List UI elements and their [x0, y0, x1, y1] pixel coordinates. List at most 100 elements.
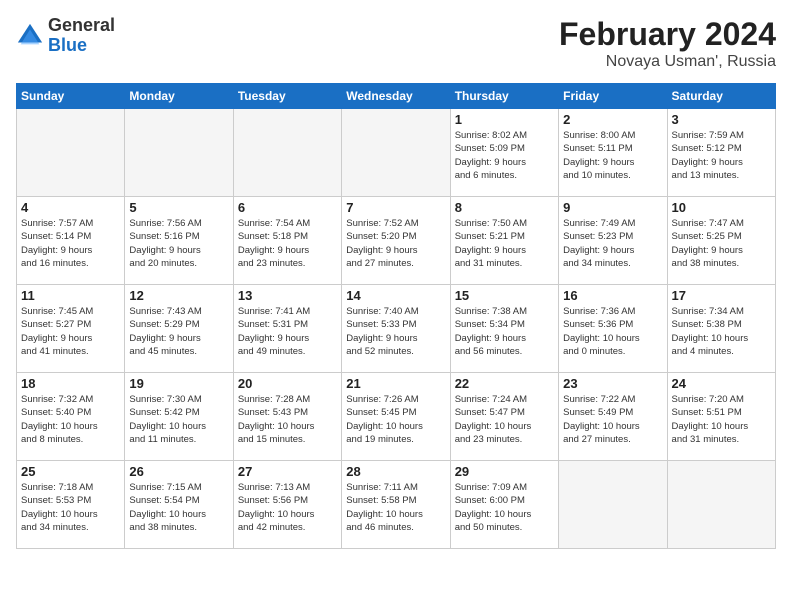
day-info: Sunrise: 7:45 AM Sunset: 5:27 PM Dayligh… — [21, 305, 120, 358]
weekday-header-tuesday: Tuesday — [233, 84, 341, 109]
day-info: Sunrise: 7:11 AM Sunset: 5:58 PM Dayligh… — [346, 481, 445, 534]
day-info: Sunrise: 8:00 AM Sunset: 5:11 PM Dayligh… — [563, 129, 662, 182]
day-number: 15 — [455, 288, 554, 303]
day-info: Sunrise: 7:56 AM Sunset: 5:16 PM Dayligh… — [129, 217, 228, 270]
day-info: Sunrise: 7:52 AM Sunset: 5:20 PM Dayligh… — [346, 217, 445, 270]
calendar-cell: 14Sunrise: 7:40 AM Sunset: 5:33 PM Dayli… — [342, 285, 450, 373]
week-row-2: 4 Sunrise: 7:57 AM Sunset: 5:14 PM Daylig… — [17, 197, 776, 285]
calendar-cell: 16 Sunrise: 7:36 AM Sunset: 5:36 PM Dayli… — [559, 285, 667, 373]
calendar-cell: 2 Sunrise: 8:00 AM Sunset: 5:11 PM Daylig… — [559, 109, 667, 197]
calendar-cell — [17, 109, 125, 197]
day-number: 14 — [346, 288, 445, 303]
week-row-1: 1 Sunrise: 8:02 AM Sunset: 5:09 PM Daylig… — [17, 109, 776, 197]
day-number: 12 — [129, 288, 228, 303]
week-row-3: 11 Sunrise: 7:45 AM Sunset: 5:27 PM Dayli… — [17, 285, 776, 373]
weekday-header-row: SundayMondayTuesdayWednesdayThursdayFrid… — [17, 84, 776, 109]
calendar-cell: 9 Sunrise: 7:49 AM Sunset: 5:23 PM Daylig… — [559, 197, 667, 285]
day-number: 19 — [129, 376, 228, 391]
calendar-cell: 6Sunrise: 7:54 AM Sunset: 5:18 PM Daylig… — [233, 197, 341, 285]
day-number: 7 — [346, 200, 445, 215]
day-info: Sunrise: 7:50 AM Sunset: 5:21 PM Dayligh… — [455, 217, 554, 270]
weekday-header-thursday: Thursday — [450, 84, 558, 109]
day-number: 25 — [21, 464, 120, 479]
day-info: Sunrise: 7:28 AM Sunset: 5:43 PM Dayligh… — [238, 393, 337, 446]
day-number: 9 — [563, 200, 662, 215]
calendar-cell: 26 Sunrise: 7:15 AM Sunset: 5:54 PM Dayli… — [125, 461, 233, 549]
day-number: 22 — [455, 376, 554, 391]
calendar-cell — [125, 109, 233, 197]
calendar-cell: 22 Sunrise: 7:24 AM Sunset: 5:47 PM Dayli… — [450, 373, 558, 461]
calendar-cell — [667, 461, 775, 549]
week-row-4: 18Sunrise: 7:32 AM Sunset: 5:40 PM Dayli… — [17, 373, 776, 461]
day-info: Sunrise: 7:38 AM Sunset: 5:34 PM Dayligh… — [455, 305, 554, 358]
day-info: Sunrise: 7:32 AM Sunset: 5:40 PM Dayligh… — [21, 393, 120, 446]
day-number: 5 — [129, 200, 228, 215]
day-number: 29 — [455, 464, 554, 479]
calendar-cell: 29Sunrise: 7:09 AM Sunset: 6:00 PM Dayli… — [450, 461, 558, 549]
day-info: Sunrise: 7:24 AM Sunset: 5:47 PM Dayligh… — [455, 393, 554, 446]
calendar-cell: 20 Sunrise: 7:28 AM Sunset: 5:43 PM Dayli… — [233, 373, 341, 461]
day-info: Sunrise: 7:57 AM Sunset: 5:14 PM Dayligh… — [21, 217, 120, 270]
day-number: 27 — [238, 464, 337, 479]
day-info: Sunrise: 7:59 AM Sunset: 5:12 PM Dayligh… — [672, 129, 771, 182]
day-info: Sunrise: 8:02 AM Sunset: 5:09 PM Dayligh… — [455, 129, 554, 182]
day-number: 17 — [672, 288, 771, 303]
calendar-cell — [342, 109, 450, 197]
calendar-cell: 23Sunrise: 7:22 AM Sunset: 5:49 PM Dayli… — [559, 373, 667, 461]
calendar-cell: 8 Sunrise: 7:50 AM Sunset: 5:21 PM Daylig… — [450, 197, 558, 285]
calendar-cell: 11 Sunrise: 7:45 AM Sunset: 5:27 PM Dayli… — [17, 285, 125, 373]
day-info: Sunrise: 7:15 AM Sunset: 5:54 PM Dayligh… — [129, 481, 228, 534]
day-number: 4 — [21, 200, 120, 215]
day-number: 8 — [455, 200, 554, 215]
day-info: Sunrise: 7:47 AM Sunset: 5:25 PM Dayligh… — [672, 217, 771, 270]
day-info: Sunrise: 7:13 AM Sunset: 5:56 PM Dayligh… — [238, 481, 337, 534]
day-info: Sunrise: 7:34 AM Sunset: 5:38 PM Dayligh… — [672, 305, 771, 358]
day-number: 20 — [238, 376, 337, 391]
day-number: 23 — [563, 376, 662, 391]
calendar-cell: 3 Sunrise: 7:59 AM Sunset: 5:12 PM Daylig… — [667, 109, 775, 197]
calendar-cell: 1 Sunrise: 8:02 AM Sunset: 5:09 PM Daylig… — [450, 109, 558, 197]
weekday-header-sunday: Sunday — [17, 84, 125, 109]
calendar-table: SundayMondayTuesdayWednesdayThursdayFrid… — [16, 83, 776, 549]
calendar-cell: 25 Sunrise: 7:18 AM Sunset: 5:53 PM Dayli… — [17, 461, 125, 549]
calendar-cell — [233, 109, 341, 197]
day-number: 1 — [455, 112, 554, 127]
calendar-cell — [559, 461, 667, 549]
weekday-header-monday: Monday — [125, 84, 233, 109]
day-number: 6 — [238, 200, 337, 215]
day-number: 28 — [346, 464, 445, 479]
day-info: Sunrise: 7:41 AM Sunset: 5:31 PM Dayligh… — [238, 305, 337, 358]
day-number: 3 — [672, 112, 771, 127]
calendar-cell: 19 Sunrise: 7:30 AM Sunset: 5:42 PM Dayli… — [125, 373, 233, 461]
calendar-cell: 4 Sunrise: 7:57 AM Sunset: 5:14 PM Daylig… — [17, 197, 125, 285]
calendar-cell: 18Sunrise: 7:32 AM Sunset: 5:40 PM Dayli… — [17, 373, 125, 461]
main-title: February 2024 — [559, 16, 776, 53]
calendar-cell: 12Sunrise: 7:43 AM Sunset: 5:29 PM Dayli… — [125, 285, 233, 373]
calendar-cell: 15 Sunrise: 7:38 AM Sunset: 5:34 PM Dayli… — [450, 285, 558, 373]
day-number: 11 — [21, 288, 120, 303]
day-info: Sunrise: 7:36 AM Sunset: 5:36 PM Dayligh… — [563, 305, 662, 358]
calendar-cell: 24 Sunrise: 7:20 AM Sunset: 5:51 PM Dayli… — [667, 373, 775, 461]
day-info: Sunrise: 7:49 AM Sunset: 5:23 PM Dayligh… — [563, 217, 662, 270]
calendar-cell: 28 Sunrise: 7:11 AM Sunset: 5:58 PM Dayli… — [342, 461, 450, 549]
day-number: 16 — [563, 288, 662, 303]
day-number: 2 — [563, 112, 662, 127]
day-info: Sunrise: 7:26 AM Sunset: 5:45 PM Dayligh… — [346, 393, 445, 446]
page-header: General Blue February 2024 Novaya Usman'… — [16, 16, 776, 71]
day-number: 13 — [238, 288, 337, 303]
title-block: February 2024 Novaya Usman', Russia — [559, 16, 776, 71]
weekday-header-wednesday: Wednesday — [342, 84, 450, 109]
weekday-header-friday: Friday — [559, 84, 667, 109]
day-info: Sunrise: 7:18 AM Sunset: 5:53 PM Dayligh… — [21, 481, 120, 534]
calendar-cell: 21 Sunrise: 7:26 AM Sunset: 5:45 PM Dayli… — [342, 373, 450, 461]
calendar-cell: 17 Sunrise: 7:34 AM Sunset: 5:38 PM Dayli… — [667, 285, 775, 373]
weekday-header-saturday: Saturday — [667, 84, 775, 109]
calendar-cell: 5 Sunrise: 7:56 AM Sunset: 5:16 PM Daylig… — [125, 197, 233, 285]
logo-text: General Blue — [48, 16, 115, 56]
logo-icon — [16, 22, 44, 50]
day-info: Sunrise: 7:20 AM Sunset: 5:51 PM Dayligh… — [672, 393, 771, 446]
day-number: 26 — [129, 464, 228, 479]
day-number: 24 — [672, 376, 771, 391]
day-number: 21 — [346, 376, 445, 391]
day-info: Sunrise: 7:30 AM Sunset: 5:42 PM Dayligh… — [129, 393, 228, 446]
